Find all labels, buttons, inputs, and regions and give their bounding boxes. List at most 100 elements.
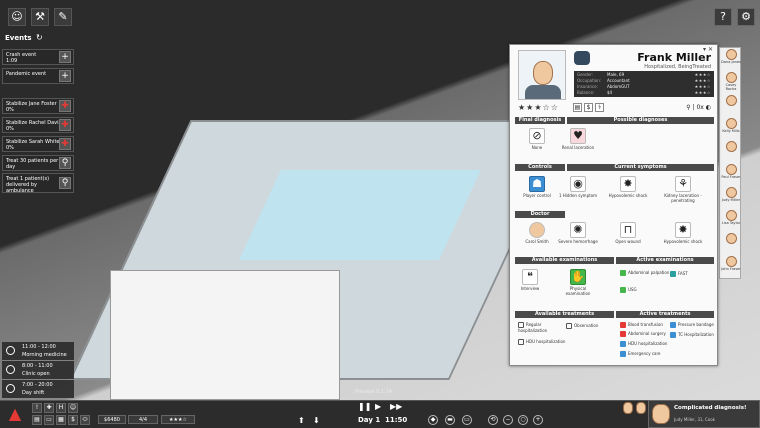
event-card-crash[interactable]: Crash event 1:09 + xyxy=(2,49,74,65)
emergency-icon xyxy=(620,351,626,357)
ambulance-icon[interactable]: ✚ xyxy=(44,403,54,413)
treatment-item[interactable]: Regular hospitalization xyxy=(518,322,568,333)
treatment-item[interactable]: Observation xyxy=(566,323,611,329)
syringe-icon[interactable]: ✎ xyxy=(54,8,72,26)
staff-portrait[interactable]: Kelly Mills xyxy=(721,118,741,140)
schedule-item[interactable]: 8:00 - 11:00 Clinic open xyxy=(2,361,74,379)
gear-icon[interactable]: ⚙ xyxy=(737,8,755,26)
ambulance-icon[interactable]: ✚ xyxy=(59,119,71,131)
add-button[interactable]: + xyxy=(59,51,71,63)
symptom-item[interactable]: ⊓ Open wound xyxy=(608,222,648,244)
arrow-down-icon[interactable]: ⬇ xyxy=(313,416,320,425)
exam-physical[interactable]: ✋ Physical examination xyxy=(558,269,598,296)
active-treatment-item[interactable]: Emergency care xyxy=(620,351,675,357)
zoom-out-icon[interactable]: − xyxy=(503,415,513,425)
active-treatment-item[interactable]: TC Hospitalization xyxy=(670,332,716,338)
person-icon[interactable]: ☺ xyxy=(68,403,78,413)
treatment-item[interactable]: HDU hospitalization xyxy=(518,339,568,345)
symptom-item[interactable]: ✺ Severe hemorrhage xyxy=(558,222,598,244)
final-diagnosis-none[interactable]: ⊘ None xyxy=(517,128,557,150)
schedule-item[interactable]: 11:00 - 12:00 Morning medicine xyxy=(2,342,74,360)
notification-card[interactable]: Complicated diagnosis! Judy Miller, 31, … xyxy=(648,400,760,428)
active-exam-item[interactable]: Abdominal palpation xyxy=(620,270,670,276)
active-exam-item[interactable]: USG xyxy=(620,287,670,293)
doctor-card[interactable]: Carol Smith xyxy=(517,222,557,244)
treat-icon[interactable]: ⚲ xyxy=(59,157,71,169)
pill-icon[interactable]: ⬭ xyxy=(80,415,90,425)
tile-label: Interview xyxy=(520,286,540,291)
play-button[interactable]: ▶ xyxy=(375,402,381,411)
notification-sub: Judy Miller, 31, Cook xyxy=(674,417,715,422)
ambulance-icon[interactable]: ✚ xyxy=(59,138,71,150)
active-treatment-item[interactable]: HDU hospitalization xyxy=(620,341,670,347)
event-card-pandemic[interactable]: Pandemic event + xyxy=(2,68,74,84)
active-treatment-item[interactable]: Abdominal surgery xyxy=(620,331,670,337)
wound-icon: ⊓ xyxy=(620,222,636,238)
controls-header: Controls xyxy=(515,164,565,171)
rotate-icon[interactable]: ⟲ xyxy=(488,415,498,425)
dollar-icon[interactable]: $ xyxy=(68,415,78,425)
symptom-item[interactable]: ✸ Hypovolemic shock xyxy=(608,176,648,198)
layer-icon[interactable]: ▬ xyxy=(445,415,455,425)
symptom-item[interactable]: ⚘ Kidney laceration - penetrating xyxy=(658,176,708,203)
avatar xyxy=(725,118,737,129)
active-treatment-item[interactable]: Blood transfusion xyxy=(620,322,670,328)
task-card[interactable]: Stabilize Sarah White 0% ✚ xyxy=(2,136,74,152)
arrow-up-icon[interactable]: ⬆ xyxy=(298,416,305,425)
staff-portrait[interactable]: Lisa Taylor xyxy=(721,210,741,232)
refresh-icon[interactable]: ↻ xyxy=(36,33,43,42)
stethoscope-icon[interactable]: ⚕ xyxy=(595,103,604,112)
pause-button[interactable]: ❚❚ xyxy=(358,402,371,411)
staff-icon[interactable]: ☺ xyxy=(8,8,26,26)
help-button[interactable]: ? xyxy=(714,8,732,26)
hammer-icon[interactable]: ⚒ xyxy=(31,8,49,26)
symptom-item[interactable]: ◉ 1 Hidden symptom xyxy=(558,176,598,198)
chart-icon[interactable]: ▤ xyxy=(573,103,582,112)
tile-label: Emergency care xyxy=(628,351,661,356)
exam-interview[interactable]: ❝ Interview xyxy=(510,269,550,291)
kidney-icon: ♥ xyxy=(570,128,586,144)
dollar-icon[interactable]: $ xyxy=(584,103,593,112)
bed-icon[interactable]: ▭ xyxy=(44,415,54,425)
view-icon[interactable]: ◆ xyxy=(428,415,438,425)
alert-icon[interactable]: ! xyxy=(32,403,42,413)
active-exam-item[interactable]: FAST xyxy=(670,271,710,277)
active-treatment-item[interactable]: Pressure bandage xyxy=(670,322,716,328)
staff-avatar[interactable] xyxy=(636,402,646,414)
eye-icon: ◉ xyxy=(570,176,586,192)
possible-diagnosis-item[interactable]: ♥ Renal laceration xyxy=(558,128,598,150)
task-card[interactable]: Stabilize Rachel Davis 0% ✚ xyxy=(2,117,74,133)
siren-icon[interactable]: ▲ xyxy=(4,403,26,425)
staff-portrait[interactable]: Casey Rocha xyxy=(721,72,741,94)
stats-icon[interactable]: ▤ xyxy=(32,415,42,425)
symptom-item[interactable]: ✸ Hypovolemic shock xyxy=(658,222,708,244)
patient-panel[interactable]: ▾ ✕ Frank Miller Hospitalized, BeingTrea… xyxy=(509,44,718,366)
tile-label: Kidney laceration - penetrating xyxy=(664,193,702,203)
hospital-icon[interactable]: H xyxy=(56,403,66,413)
staff-portrait[interactable]: Dana Jones xyxy=(721,49,741,71)
zoom-reset-icon[interactable]: ○ xyxy=(518,415,528,425)
avatar xyxy=(725,256,737,267)
floor-icon[interactable]: ▭ xyxy=(462,415,472,425)
operating-room-floor[interactable] xyxy=(239,170,481,260)
staff-portrait[interactable] xyxy=(721,141,741,163)
schedule-item[interactable]: 7:00 - 20:00 Day shift xyxy=(2,380,74,398)
task-card[interactable]: Treat 30 patients per day ⚲ xyxy=(2,155,74,171)
player-control-toggle[interactable]: ☗ Player control xyxy=(517,176,557,198)
task-card[interactable]: Treat 1 patient(s) delivered by ambulanc… xyxy=(2,173,74,194)
staff-avatar[interactable] xyxy=(623,402,633,414)
calendar-icon[interactable]: ▦ xyxy=(56,415,66,425)
tile-label: HDU hospitalization xyxy=(628,341,668,346)
patient-head xyxy=(533,61,553,85)
fast-forward-button[interactable]: ▶▶ xyxy=(390,402,402,411)
task-card[interactable]: Stabilize Jane Foster 0% ✚ xyxy=(2,98,74,114)
add-button[interactable]: + xyxy=(59,70,71,82)
staff-portrait[interactable] xyxy=(721,95,741,117)
staff-portrait[interactable]: Judy Miller xyxy=(721,187,741,209)
treat-icon[interactable]: ⚲ xyxy=(59,177,71,189)
ambulance-icon[interactable]: ✚ xyxy=(59,100,71,112)
staff-portrait[interactable]: John Fraser xyxy=(721,256,741,278)
staff-portrait[interactable] xyxy=(721,233,741,255)
staff-portrait[interactable]: Paul Fraser xyxy=(721,164,741,186)
zoom-in-icon[interactable]: + xyxy=(533,415,543,425)
